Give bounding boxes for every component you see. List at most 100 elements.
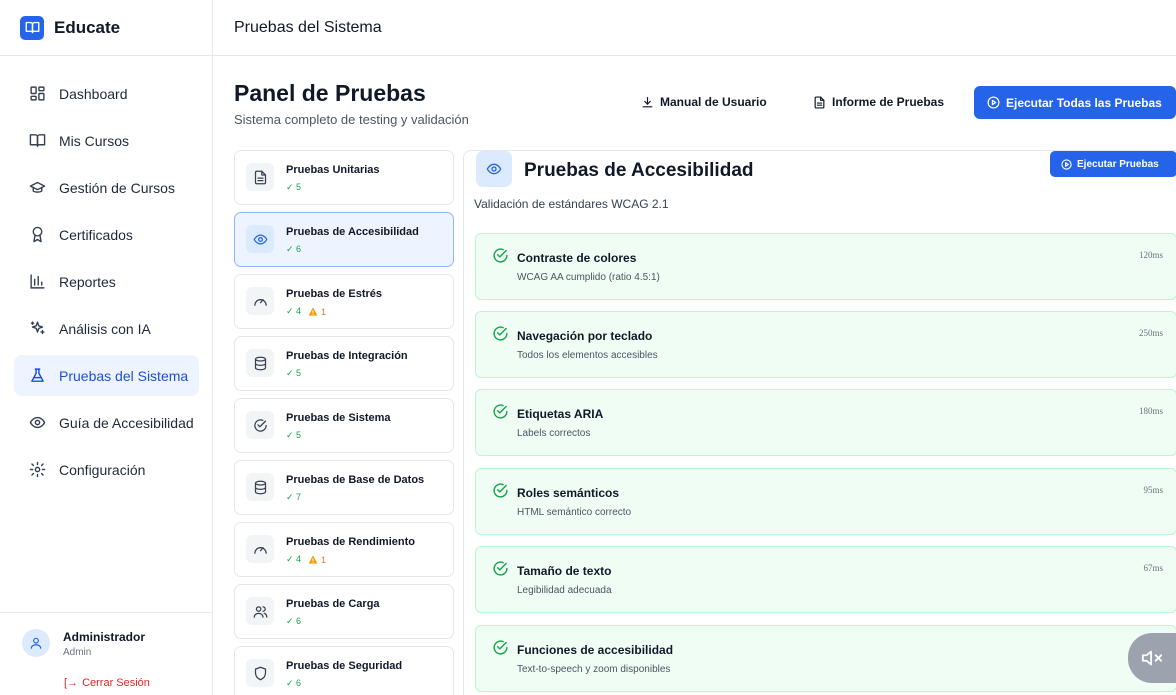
passed-count: ✓ 6 xyxy=(286,244,302,254)
sidebar-item-analisis-con-ia[interactable]: Análisis con IA xyxy=(14,308,199,349)
logout-label: Cerrar Sesión xyxy=(82,677,150,689)
test-suite-counts: ✓ 6 xyxy=(286,244,301,255)
passed-count: ✓ 5 xyxy=(286,430,302,440)
test-suite-counts: ✓ 4 1 xyxy=(286,306,326,317)
test-suite-counts: ✓ 5 xyxy=(286,430,301,441)
user-name: Administrador xyxy=(63,630,146,644)
result-desc: Text-to-speech y zoom disponibles xyxy=(517,664,671,675)
test-suite-item[interactable]: Pruebas de Seguridad ✓ 6 xyxy=(234,646,454,695)
sidebar-item-dashboard[interactable]: Dashboard xyxy=(14,73,199,114)
test-suite-item[interactable]: Pruebas de Estrés ✓ 4 1 xyxy=(234,274,454,329)
eye-icon xyxy=(28,414,46,432)
gauge-icon xyxy=(246,535,274,563)
volume-mute-icon xyxy=(1141,650,1163,666)
passed-count: ✓ 7 xyxy=(286,492,302,502)
brand[interactable]: Educate xyxy=(0,0,212,56)
sidebar-item-mis-cursos[interactable]: Mis Cursos xyxy=(14,120,199,161)
test-suite-name: Pruebas de Estrés xyxy=(286,288,382,300)
test-suite-counts: ✓ 7 xyxy=(286,492,301,503)
result-desc: Legibilidad adecuada xyxy=(517,585,612,596)
page-title: Panel de Pruebas xyxy=(234,80,426,106)
passed-count: ✓ 4 xyxy=(286,554,302,564)
user-role: Admin xyxy=(63,647,92,658)
check-circle-icon xyxy=(493,404,508,419)
topbar: Pruebas del Sistema xyxy=(213,0,1176,56)
sidebar-item-configuracion[interactable]: Configuración xyxy=(14,449,199,490)
sidebar-item-gestion-de-cursos[interactable]: Gestión de Cursos xyxy=(14,167,199,208)
test-suite-item[interactable]: Pruebas de Integración ✓ 5 xyxy=(234,336,454,391)
database-icon xyxy=(246,349,274,377)
book-open-logo-icon xyxy=(20,15,44,40)
run-tests-label: Ejecutar Pruebas xyxy=(1077,158,1159,170)
sidebar-item-pruebas-del-sistema[interactable]: Pruebas del Sistema xyxy=(14,355,199,396)
check-circle-icon xyxy=(493,483,508,498)
sidebar-item-guia-de-accesibilidad[interactable]: Guía de Accesibilidad xyxy=(14,402,199,443)
test-suite-counts: ✓ 6 xyxy=(286,616,301,627)
run-all-tests-button[interactable]: Ejecutar Todas las Pruebas xyxy=(974,86,1176,119)
run-tests-button[interactable]: Ejecutar Pruebas xyxy=(1050,151,1176,177)
settings-icon xyxy=(28,461,46,479)
mute-speech-button[interactable] xyxy=(1128,633,1176,683)
sidebar-item-label: Gestión de Cursos xyxy=(59,179,175,196)
logout-icon: [→ xyxy=(64,677,79,689)
run-all-label: Ejecutar Todas las Pruebas xyxy=(1006,95,1162,110)
test-suite-name: Pruebas de Integración xyxy=(286,350,408,362)
result-desc: WCAG AA cumplido (ratio 4.5:1) xyxy=(517,272,660,283)
flask-icon xyxy=(28,367,46,385)
check-circle-icon xyxy=(493,561,508,576)
test-suite-item[interactable]: Pruebas Unitarias ✓ 5 xyxy=(234,150,454,205)
passed-count: ✓ 5 xyxy=(286,182,302,192)
eye-icon xyxy=(476,151,512,187)
test-suite-item[interactable]: Pruebas de Rendimiento ✓ 4 1 xyxy=(234,522,454,577)
result-time: 120ms xyxy=(1138,250,1163,260)
logout-button[interactable]: [→ Cerrar Sesión xyxy=(64,677,150,689)
report-button[interactable]: Informe de Pruebas xyxy=(813,95,944,109)
check-circle-icon xyxy=(493,640,508,655)
result-name: Etiquetas ARIA xyxy=(517,407,604,421)
warning-count-value: 1 xyxy=(321,554,327,565)
detail-title: Pruebas de Accesibilidad xyxy=(524,160,754,181)
sidebar-nav: Dashboard Mis Cursos Gestión de Cursos C… xyxy=(14,73,199,496)
warning-icon xyxy=(308,307,318,316)
manual-button[interactable]: Manual de Usuario xyxy=(641,95,767,109)
test-suite-item[interactable]: Pruebas de Base de Datos ✓ 7 xyxy=(234,460,454,515)
test-suite-item[interactable]: Pruebas de Accesibilidad ✓ 6 xyxy=(234,212,454,267)
check-circle-icon xyxy=(493,326,508,341)
shield-icon xyxy=(246,659,274,687)
bar-chart-icon xyxy=(28,273,46,291)
sidebar-item-certificados[interactable]: Certificados xyxy=(14,214,199,255)
result-card: Funciones de accesibilidad Text-to-speec… xyxy=(475,625,1176,692)
sidebar-item-reportes[interactable]: Reportes xyxy=(14,261,199,302)
play-circle-icon xyxy=(987,96,1000,109)
warning-count: 1 xyxy=(308,307,326,317)
test-suite-item[interactable]: Pruebas de Sistema ✓ 5 xyxy=(234,398,454,453)
sidebar-item-label: Dashboard xyxy=(59,85,128,102)
test-suite-counts: ✓ 5 xyxy=(286,182,301,193)
test-suite-name: Pruebas de Accesibilidad xyxy=(286,226,419,238)
database-icon xyxy=(246,473,274,501)
test-suite-counts: ✓ 6 xyxy=(286,678,301,689)
page-subtitle: Sistema completo de testing y validación xyxy=(234,112,469,127)
play-circle-icon xyxy=(1061,158,1072,170)
avatar[interactable] xyxy=(22,629,50,657)
file-text-icon xyxy=(814,95,825,109)
check-circle-icon xyxy=(493,248,508,263)
user-panel: Administrador Admin [→ Cerrar Sesión xyxy=(0,612,212,695)
test-suite-item[interactable]: Pruebas de Carga ✓ 6 xyxy=(234,584,454,639)
sidebar: Educate Dashboard Mis Cursos Gestión de … xyxy=(0,0,213,695)
graduation-cap-icon xyxy=(28,179,46,197)
gauge-icon xyxy=(246,287,274,315)
manual-label: Manual de Usuario xyxy=(660,95,767,109)
award-icon xyxy=(28,226,46,244)
result-card: Tamaño de texto Legibilidad adecuada 67m… xyxy=(475,546,1176,613)
result-name: Funciones de accesibilidad xyxy=(517,643,674,657)
sidebar-item-label: Certificados xyxy=(59,226,133,243)
result-name: Roles semánticos xyxy=(517,486,620,500)
result-card: Contraste de colores WCAG AA cumplido (r… xyxy=(475,233,1176,300)
result-desc: Labels correctos xyxy=(517,428,591,439)
test-suite-counts: ✓ 5 xyxy=(286,368,301,379)
check-circle-icon xyxy=(246,411,274,439)
warning-count-value: 1 xyxy=(321,306,327,317)
sidebar-item-label: Mis Cursos xyxy=(59,132,130,149)
result-name: Contraste de colores xyxy=(517,251,637,265)
